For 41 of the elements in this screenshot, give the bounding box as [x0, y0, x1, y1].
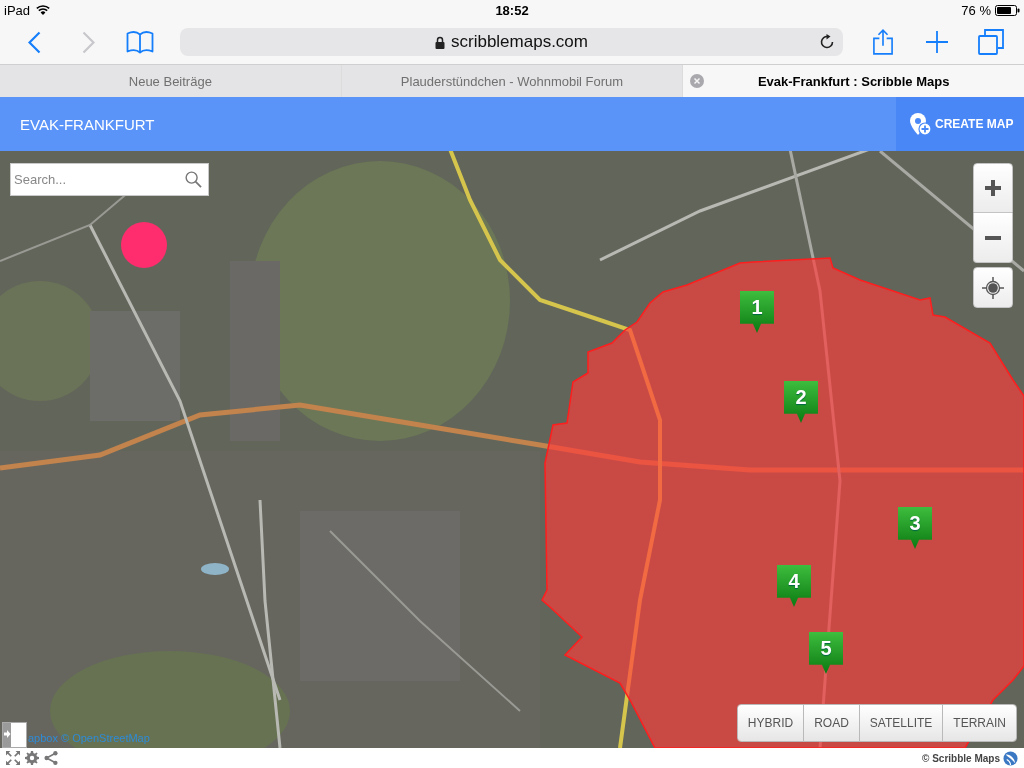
map-type-button[interactable]: TERRAIN — [942, 705, 1016, 741]
fullscreen-icon[interactable] — [6, 751, 20, 765]
plus-icon — [984, 179, 1002, 197]
map-type-button[interactable]: HYBRID — [737, 705, 804, 741]
create-map-button[interactable]: CREATE MAP — [896, 97, 1024, 151]
search-icon — [185, 171, 202, 188]
map-type-button[interactable]: ROAD — [803, 705, 859, 741]
zoom-in-button[interactable] — [973, 163, 1013, 213]
address-field[interactable]: scribblemaps.com — [180, 28, 843, 56]
map-title: EVAK-FRANKFURT — [19, 115, 155, 133]
plus-icon — [926, 31, 948, 53]
credit-text: © Scribble Maps — [922, 752, 1000, 764]
panel-toggle-button[interactable] — [2, 722, 27, 748]
chevron-right-icon — [81, 30, 95, 54]
crosshair-icon — [982, 276, 1004, 299]
map-type-button[interactable]: SATELLITE — [858, 705, 943, 741]
wifi-icon — [36, 5, 51, 15]
pin-plus-icon — [909, 112, 931, 136]
zoom-out-button[interactable] — [973, 213, 1013, 263]
browser-tab[interactable]: Plauderstündchen - Wohnmobil Forum — [341, 65, 683, 97]
area-polygon[interactable] — [541, 257, 1024, 748]
tabs-icon — [978, 29, 1004, 55]
reload-icon — [819, 34, 835, 50]
share-icon[interactable] — [44, 751, 58, 765]
close-icon[interactable] — [690, 74, 705, 88]
settings-icon[interactable] — [25, 751, 39, 765]
status-time: 18:52 — [495, 2, 529, 18]
open-book-icon — [126, 30, 154, 54]
tabs-button[interactable] — [977, 26, 1005, 58]
share-icon — [873, 29, 893, 55]
device-name: iPad — [4, 2, 31, 18]
minus-icon — [984, 235, 1002, 240]
address-text: scribblemaps.com — [451, 32, 588, 52]
lock-icon — [435, 35, 445, 49]
battery-percent: 76 % — [961, 2, 991, 18]
browser-tab[interactable]: Neue Beiträge — [0, 65, 341, 97]
browser-tab[interactable]: Evak-Frankfurt : Scribble Maps — [683, 65, 1024, 97]
battery-icon — [995, 4, 1020, 16]
chevron-left-icon — [27, 30, 41, 54]
locate-button[interactable] — [973, 267, 1013, 308]
search-field[interactable]: Search... — [10, 163, 209, 196]
